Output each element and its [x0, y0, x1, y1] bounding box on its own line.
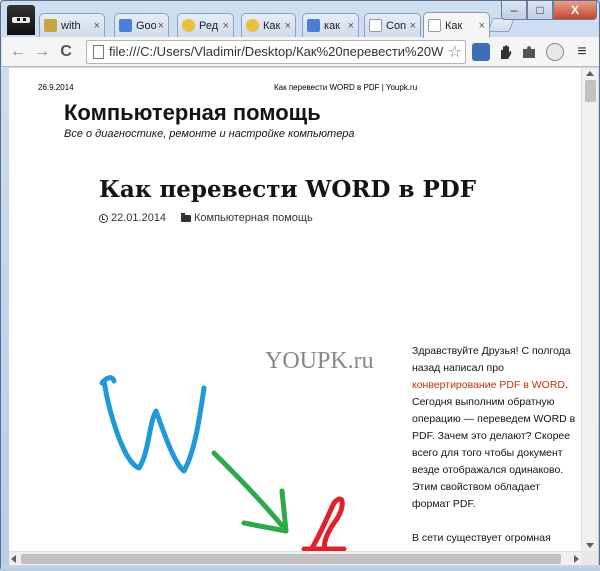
tab-2[interactable]: Goo ×	[114, 13, 169, 37]
browser-window: with × Goo × Ред × Как × как × Con × Как…	[0, 0, 600, 571]
tab-4[interactable]: Как ×	[241, 13, 296, 37]
bookmark-star-icon[interactable]: ☆	[448, 42, 462, 62]
pdf-viewport: 26.9.2014 Как перевести WORD в PDF | You…	[9, 68, 581, 551]
browser-toolbar: ← → C file:///C:/Users/Vladimir/Desktop/…	[2, 37, 599, 67]
tab-title: Goo	[136, 19, 156, 32]
google-icon	[119, 19, 132, 32]
minimize-button[interactable]: –	[501, 1, 527, 20]
puzzle-icon[interactable]	[520, 43, 538, 61]
post-category: Компьютерная помощь	[181, 212, 313, 224]
scroll-left-arrow-icon[interactable]	[11, 555, 16, 563]
convert-pdf-to-word-link[interactable]: конвертирование PDF в WORD	[412, 379, 565, 391]
incognito-avatar-icon	[7, 5, 35, 35]
drawing-pdf	[301, 496, 347, 551]
print-date: 26.9.2014	[38, 83, 74, 92]
tab-strip: with × Goo × Ред × Как × как × Con × Как…	[1, 1, 600, 38]
yandex-icon	[246, 19, 259, 32]
tab-3[interactable]: Ред ×	[177, 13, 234, 37]
reload-button[interactable]: C	[56, 42, 76, 62]
site-title: Компьютерная помощь	[64, 100, 321, 125]
hand-icon[interactable]	[496, 43, 514, 61]
yandex-icon	[182, 19, 195, 32]
tab-title: Con	[386, 19, 407, 32]
back-button[interactable]: ←	[8, 42, 28, 62]
tab-5[interactable]: как ×	[302, 13, 359, 37]
drawing-arrow	[211, 450, 287, 531]
vertical-scroll-thumb[interactable]	[585, 80, 596, 102]
tab-close-icon[interactable]: ×	[479, 20, 485, 32]
paragraph-2: В сети существует огромная масса конверт…	[412, 532, 551, 551]
forward-button[interactable]: →	[32, 42, 52, 62]
menu-button[interactable]: ≡	[572, 42, 592, 62]
vertical-scrollbar[interactable]	[581, 68, 598, 551]
scroll-corner	[581, 551, 598, 565]
download-icon[interactable]	[546, 43, 564, 61]
drawing-w	[101, 378, 207, 474]
post-title: Как перевести WORD в PDF	[99, 176, 477, 203]
paragraph-1-text-end: . Сегодня выполним обратную операцию — п…	[412, 379, 576, 510]
maximize-button[interactable]: □	[527, 1, 553, 20]
folder-icon	[181, 212, 191, 222]
paragraph-1: Здравствуйте Друзья! С полгода назад нап…	[412, 343, 577, 513]
window-bottom-frame	[1, 565, 600, 571]
drawing-w-top	[99, 375, 117, 386]
post-category-text: Компьютерная помощь	[194, 212, 313, 224]
close-button[interactable]: X	[553, 1, 597, 20]
tab-close-icon[interactable]: ×	[158, 20, 164, 32]
article-body: Здравствуйте Друзья! С полгода назад нап…	[412, 343, 577, 551]
address-input[interactable]: file:///C:/Users/Vladimir/Desktop/Как%20…	[109, 44, 444, 60]
horizontal-scrollbar[interactable]	[9, 551, 581, 565]
post-date: 22.01.2014	[99, 212, 166, 224]
scroll-right-arrow-icon[interactable]	[574, 555, 579, 563]
tab-close-icon[interactable]: ×	[223, 20, 229, 32]
tab-title: with	[61, 19, 81, 32]
horizontal-scroll-thumb[interactable]	[21, 554, 561, 564]
scroll-up-arrow-icon[interactable]	[586, 71, 594, 76]
tab-title: Как	[263, 19, 281, 32]
tab-title: Как	[445, 19, 463, 32]
tab-close-icon[interactable]: ×	[285, 20, 291, 32]
page-icon	[428, 19, 441, 32]
tab-1[interactable]: with ×	[39, 13, 105, 37]
google-icon	[307, 19, 320, 32]
tab-close-icon[interactable]: ×	[348, 20, 354, 32]
tab-close-icon[interactable]: ×	[410, 20, 416, 32]
window-controls: – □ X	[501, 1, 597, 21]
wm-icon	[44, 19, 57, 32]
extension-icon[interactable]	[472, 43, 490, 61]
site-description: Все о диагностике, ремонте и настройке к…	[64, 128, 355, 140]
paragraph-1-text: Здравствуйте Друзья! С полгода назад нап…	[412, 345, 571, 374]
page-icon	[369, 19, 382, 32]
page-icon	[93, 45, 104, 59]
tab-6[interactable]: Con ×	[364, 13, 421, 37]
tab-title: как	[324, 19, 340, 32]
print-header-title: Как перевести WORD в PDF | Youpk.ru	[274, 83, 418, 92]
word-to-pdf-drawing	[99, 375, 347, 551]
clock-icon	[99, 213, 108, 223]
post-date-text: 22.01.2014	[111, 212, 167, 224]
scroll-down-arrow-icon[interactable]	[586, 543, 594, 548]
tab-7-active[interactable]: Как ×	[423, 12, 490, 38]
tab-title: Ред	[199, 19, 219, 32]
address-bar[interactable]: file:///C:/Users/Vladimir/Desktop/Как%20…	[86, 40, 466, 64]
tab-close-icon[interactable]: ×	[94, 20, 100, 32]
